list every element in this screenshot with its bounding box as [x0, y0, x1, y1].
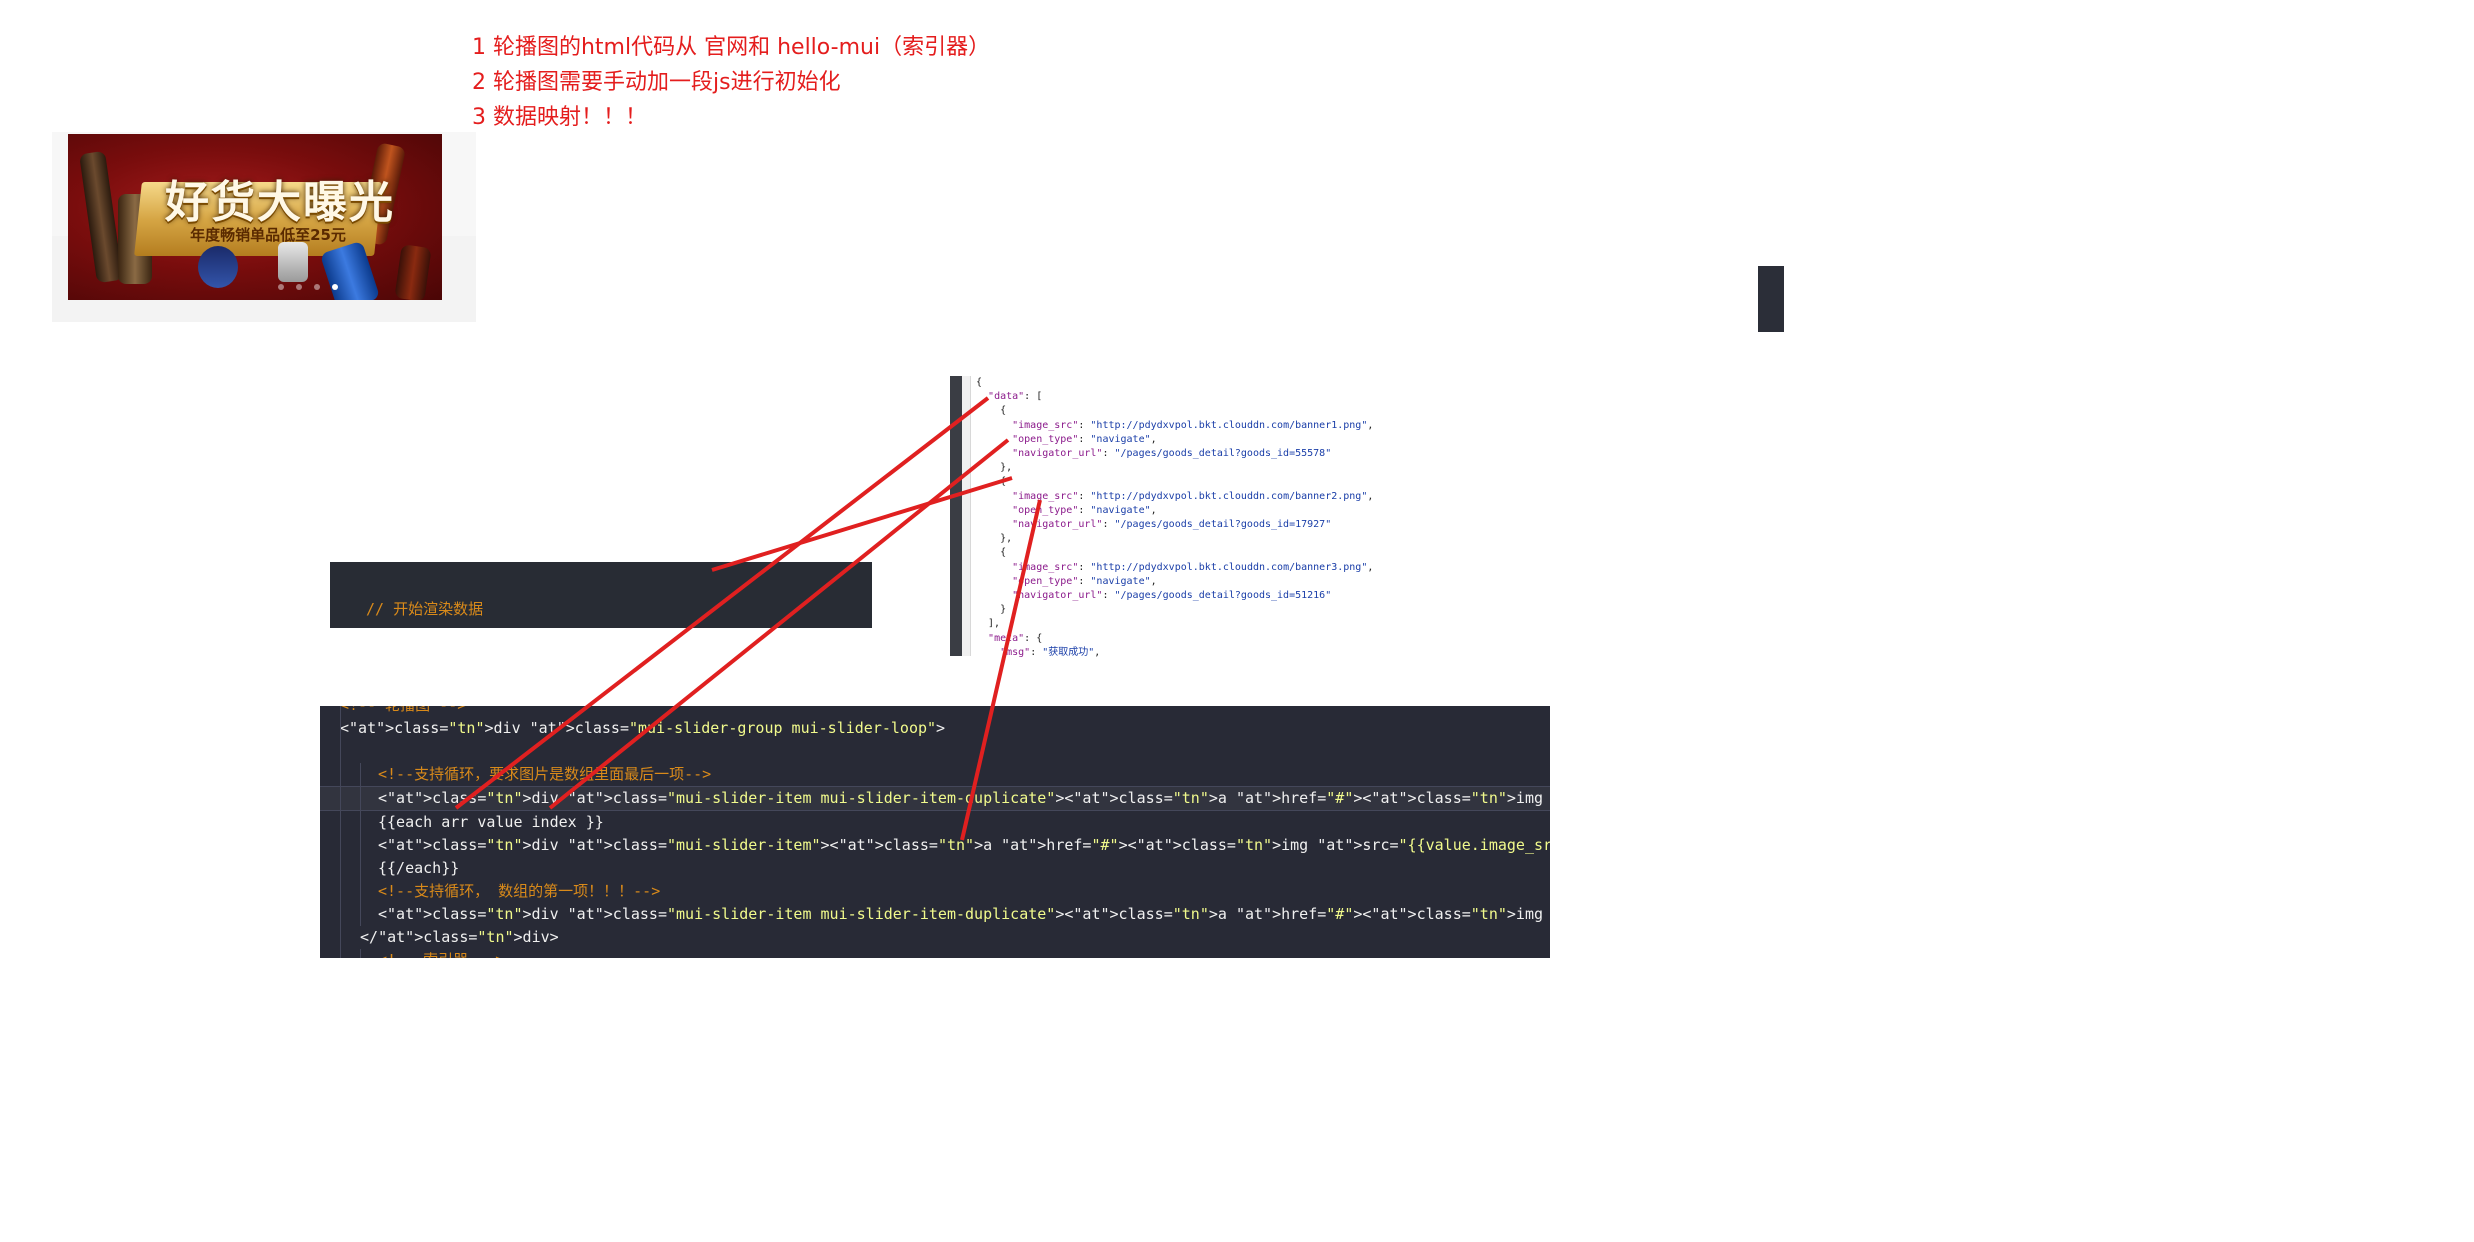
json-line: }, [976, 462, 1013, 474]
json-fold-gutter [962, 376, 971, 656]
code-text: <"at">class="tn">div "at">class="mui-sli… [378, 789, 1550, 807]
json-line: }, [976, 533, 1013, 545]
comment-carousel: <!-- 轮播图 --> [320, 706, 1550, 717]
indent-guide [340, 926, 341, 949]
code-text: </"at">class="tn">div> [360, 928, 559, 946]
carousel-banner[interactable]: 好货大曝光 年度畅销单品低至25元 [68, 134, 442, 300]
html-template-panel: <!-- 轮播图 --> <"at">class="tn">div "at">cl… [320, 706, 1550, 958]
indent-guide [340, 880, 341, 903]
carousel-dot[interactable] [278, 284, 284, 290]
product-jar [198, 246, 238, 288]
indent-guide [340, 857, 341, 880]
indent-guide [360, 787, 361, 810]
json-line: "open_type": "navigate", [1012, 433, 1157, 445]
note-2: 2 轮播图需要手动加一段js进行初始化 [472, 70, 841, 95]
carousel-dot[interactable] [332, 284, 338, 290]
slider-group-open: <"at">class="tn">div "at">class="mui-sli… [320, 717, 1550, 740]
json-line: "navigator_url": "/pages/goods_detail?go… [1012, 519, 1332, 531]
json-line: "data": [ [988, 391, 1043, 403]
carousel-dot[interactable] [314, 284, 320, 290]
each-open: {{each arr value index }} [320, 811, 1550, 834]
code-comment: // 开始渲染数据 [366, 600, 484, 618]
json-line: "image_src": "http://pdydxvpol.bkt.cloud… [1012, 419, 1374, 431]
indent-guide [360, 834, 361, 857]
comment-loop-last: <!--支持循环，要求图片是数组里面最后一项--> [320, 763, 1550, 786]
json-line: "meta": { [988, 632, 1043, 644]
json-line: { [976, 476, 1007, 488]
indent-guide [360, 857, 361, 880]
banner-title: 好货大曝光 [165, 177, 395, 228]
instruction-notes: 1 轮播图的html代码从 官网和 hello-mui（索引器） 2 轮播图需要… [472, 30, 990, 135]
slider-item: <"at">class="tn">div "at">class="mui-sli… [320, 834, 1550, 857]
json-line: { [976, 405, 1007, 417]
carousel-dot[interactable] [296, 284, 302, 290]
indent-guide [340, 903, 341, 926]
indent-guide [340, 763, 341, 786]
duplicate-last-item: <"at">class="tn">div "at">class="mui-sli… [320, 786, 1550, 811]
carousel-indicator[interactable] [278, 284, 338, 290]
duplicate-first-item: <"at">class="tn">div "at">class="mui-sli… [320, 903, 1550, 926]
indent-guide [340, 949, 341, 958]
json-line: "navigator_url": "/pages/goods_detail?go… [1012, 590, 1332, 602]
json-line: "image_src": "http://pdydxvpol.bkt.cloud… [1012, 490, 1374, 502]
indent-guide [340, 740, 341, 763]
json-line: "msg": "获取成功", [1000, 646, 1101, 658]
banner-subtitle: 年度畅销单品低至25元 [190, 226, 346, 244]
json-line: } [976, 604, 1007, 616]
code-text: <"at">class="tn">div "at">class="mui-sli… [378, 836, 1550, 854]
comment-indicator: <!-- 索引器 --> [320, 949, 1550, 958]
product-bottle [79, 150, 123, 284]
indent-guide [340, 811, 341, 834]
each-close: {{/each}} [320, 857, 1550, 880]
indent-guide [360, 903, 361, 926]
note-3: 3 数据映射！！！ [472, 105, 647, 130]
json-line: { [976, 547, 1007, 559]
indent-guide [360, 949, 361, 958]
json-line: "image_src": "http://pdydxvpol.bkt.cloud… [1012, 561, 1374, 573]
json-gutter [950, 376, 962, 656]
indent-guide [340, 787, 341, 810]
indent-guide [340, 717, 341, 740]
dark-block [1758, 266, 1784, 332]
indent-guide [340, 706, 341, 717]
json-line: "navigator_url": "/pages/goods_detail?go… [1012, 448, 1332, 460]
code-text: <!--支持循环， 数组的第一项！！！--> [378, 882, 661, 900]
indent-guide [360, 880, 361, 903]
code-text: <!--支持循环，要求图片是数组里面最后一项--> [378, 765, 712, 783]
blank-line [320, 740, 1550, 763]
code-text: <!-- 索引器 --> [378, 951, 504, 958]
code-text: {{each arr value index }} [378, 813, 604, 831]
indent-guide [360, 811, 361, 834]
product-bottle [394, 244, 432, 300]
comment-loop-first: <!--支持循环， 数组的第一项！！！--> [320, 880, 1550, 903]
code-text: <!-- 轮播图 --> [340, 706, 466, 714]
indent-guide [340, 834, 341, 857]
product-box [278, 242, 308, 282]
code-text: <"at">class="tn">div "at">class="mui-sli… [378, 905, 1550, 923]
note-1: 1 轮播图的html代码从 官网和 hello-mui（索引器） [472, 35, 991, 60]
slider-group-close: </"at">class="tn">div> [320, 926, 1550, 949]
code-text: {{/each}} [378, 859, 460, 877]
indent-guide [360, 763, 361, 786]
code-text: <"at">class="tn">div "at">class="mui-sli… [340, 719, 946, 737]
json-response-viewer: { "data": [ { "image_src": "http://pdydx… [976, 376, 1456, 660]
json-line: "open_type": "navigate", [1012, 504, 1157, 516]
json-line: "open_type": "navigate", [1012, 575, 1157, 587]
json-line: ], [976, 618, 1001, 630]
json-line: { [976, 377, 983, 388]
js-code-panel: // 开始渲染数据 var html = template("swiDataTp… [330, 562, 872, 628]
